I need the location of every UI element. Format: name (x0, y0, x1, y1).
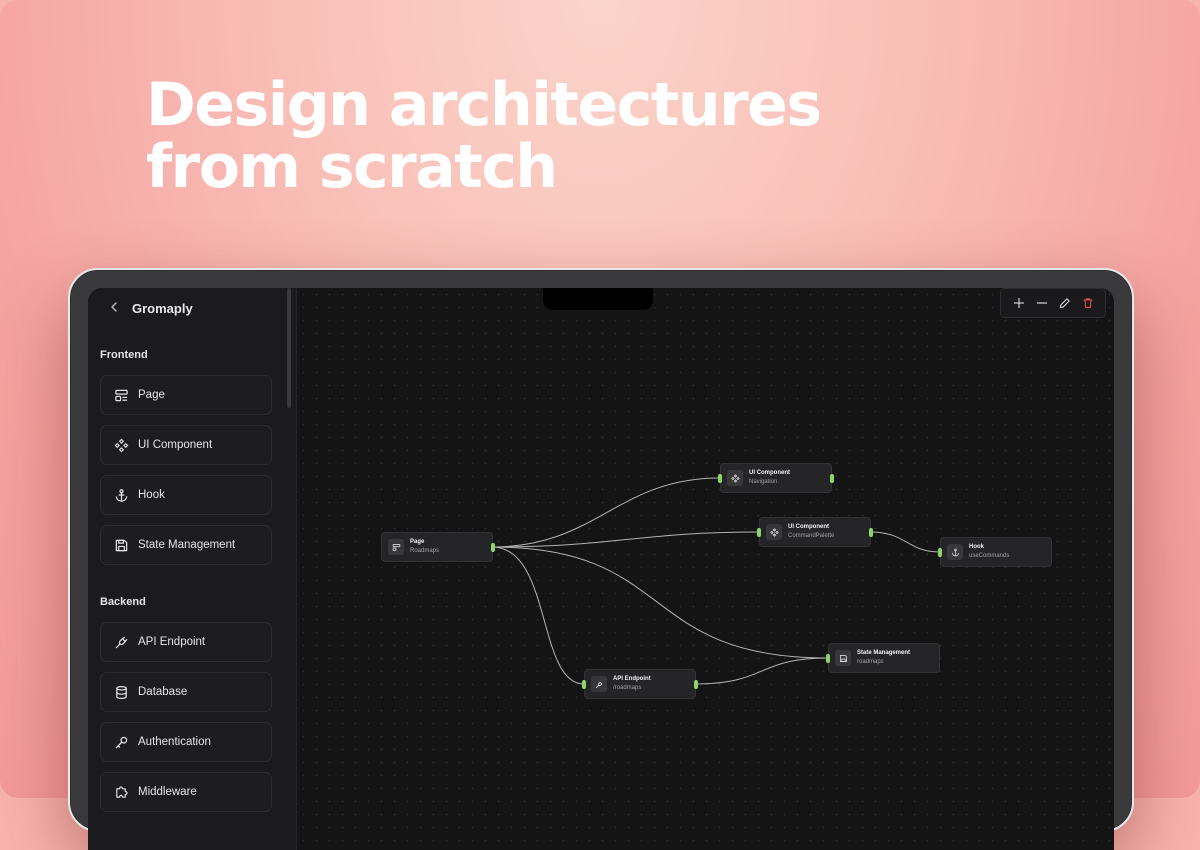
sidebar-item-authentication[interactable]: Authentication (100, 722, 272, 762)
headline: Design architectures from scratch (146, 74, 822, 198)
node-handle-out[interactable] (830, 474, 834, 483)
sidebar-item-label: Database (138, 686, 188, 698)
node-handle-out[interactable] (491, 543, 495, 552)
node-handle-in[interactable] (718, 474, 722, 483)
camera-notch (543, 288, 653, 310)
edge-page-api (491, 546, 585, 685)
node-page[interactable]: Page Roadmaps (381, 532, 495, 562)
app-screen: Gromaply Frontend Page UI Component Hook… (88, 288, 1114, 850)
app-header: Gromaply (108, 298, 193, 318)
key-icon (115, 736, 128, 748)
node-title: Hook (969, 544, 984, 550)
sidebar-item-hook[interactable]: Hook (100, 475, 272, 515)
edge-layer (491, 477, 941, 685)
edge-api-state (694, 657, 829, 685)
node-title: State Management (857, 650, 911, 656)
sidebar-item-label: Hook (138, 489, 165, 501)
node-title: UI Component (749, 470, 790, 476)
edge-page-navigation (491, 477, 721, 548)
sidebar: Gromaply Frontend Page UI Component Hook… (88, 288, 297, 850)
node-subtitle: Roadmaps (410, 548, 440, 554)
edge-page-state (491, 546, 829, 659)
anchor-icon (947, 544, 963, 560)
puzzle-icon (116, 785, 128, 798)
database-icon (116, 685, 127, 699)
layout-icon (115, 389, 128, 401)
sidebar-scrollbar[interactable] (287, 288, 291, 408)
chevron-left-icon[interactable] (108, 300, 120, 316)
sidebar-item-label: UI Component (138, 439, 213, 451)
edge-page-commandpalette (491, 531, 760, 548)
component-icon (727, 470, 743, 486)
component-icon (766, 524, 782, 540)
headline-line-2: from scratch (146, 132, 558, 202)
node-title: Page (410, 539, 425, 545)
node-handle-in[interactable] (826, 654, 830, 663)
laptop-frame: Gromaply Frontend Page UI Component Hook… (68, 268, 1134, 850)
node-handle-in[interactable] (938, 548, 942, 557)
sidebar-item-label: Authentication (138, 736, 211, 748)
sidebar-item-state-management[interactable]: State Management (100, 525, 272, 565)
node-subtitle: Navigation (749, 479, 778, 485)
sidebar-item-label: Middleware (138, 786, 197, 798)
sidebar-item-database[interactable]: Database (100, 672, 272, 712)
node-hook[interactable]: Hook useCommands (938, 537, 1052, 567)
node-title: API Endpoint (613, 676, 651, 682)
plug-icon (115, 636, 128, 648)
node-subtitle: /roadmaps (613, 685, 642, 691)
sidebar-item-middleware[interactable]: Middleware (100, 772, 272, 812)
node-state-management[interactable]: State Management roadmaps (826, 643, 940, 673)
sidebar-item-ui-component[interactable]: UI Component (100, 425, 272, 465)
sidebar-item-label: API Endpoint (138, 636, 206, 648)
diagram-canvas[interactable]: Page Roadmaps UI Component Navigation UI C… (297, 288, 1114, 850)
app-title: Gromaply (132, 300, 193, 316)
sidebar-item-label: State Management (138, 539, 236, 551)
anchor-icon (115, 488, 128, 502)
node-handle-out[interactable] (869, 528, 873, 537)
node-handle-in[interactable] (582, 680, 586, 689)
sidebar-item-label: Page (138, 389, 165, 401)
node-subtitle: useCommands (969, 553, 1010, 559)
sidebar-item-api-endpoint[interactable]: API Endpoint (100, 622, 272, 662)
headline-line-1: Design architectures (146, 70, 822, 140)
save-icon (115, 539, 128, 551)
plug-icon (591, 676, 607, 692)
node-title: UI Component (788, 524, 829, 530)
edge-commandpalette-hook (869, 531, 941, 553)
node-handle-in[interactable] (757, 528, 761, 537)
node-subtitle: roadmaps (857, 659, 884, 665)
layout-icon (388, 539, 404, 555)
node-ui-commandpalette[interactable]: UI Component CommandPalette (757, 517, 873, 547)
node-handle-out[interactable] (694, 680, 698, 689)
section-title-frontend: Frontend (100, 349, 148, 361)
save-icon (835, 650, 851, 666)
section-title-backend: Backend (100, 596, 146, 608)
node-ui-navigation[interactable]: UI Component Navigation (718, 463, 834, 493)
node-subtitle: CommandPalette (788, 533, 835, 539)
component-icon (114, 438, 129, 452)
node-api-endpoint[interactable]: API Endpoint/roadmaps (582, 669, 698, 699)
sidebar-item-page[interactable]: Page (100, 375, 272, 415)
